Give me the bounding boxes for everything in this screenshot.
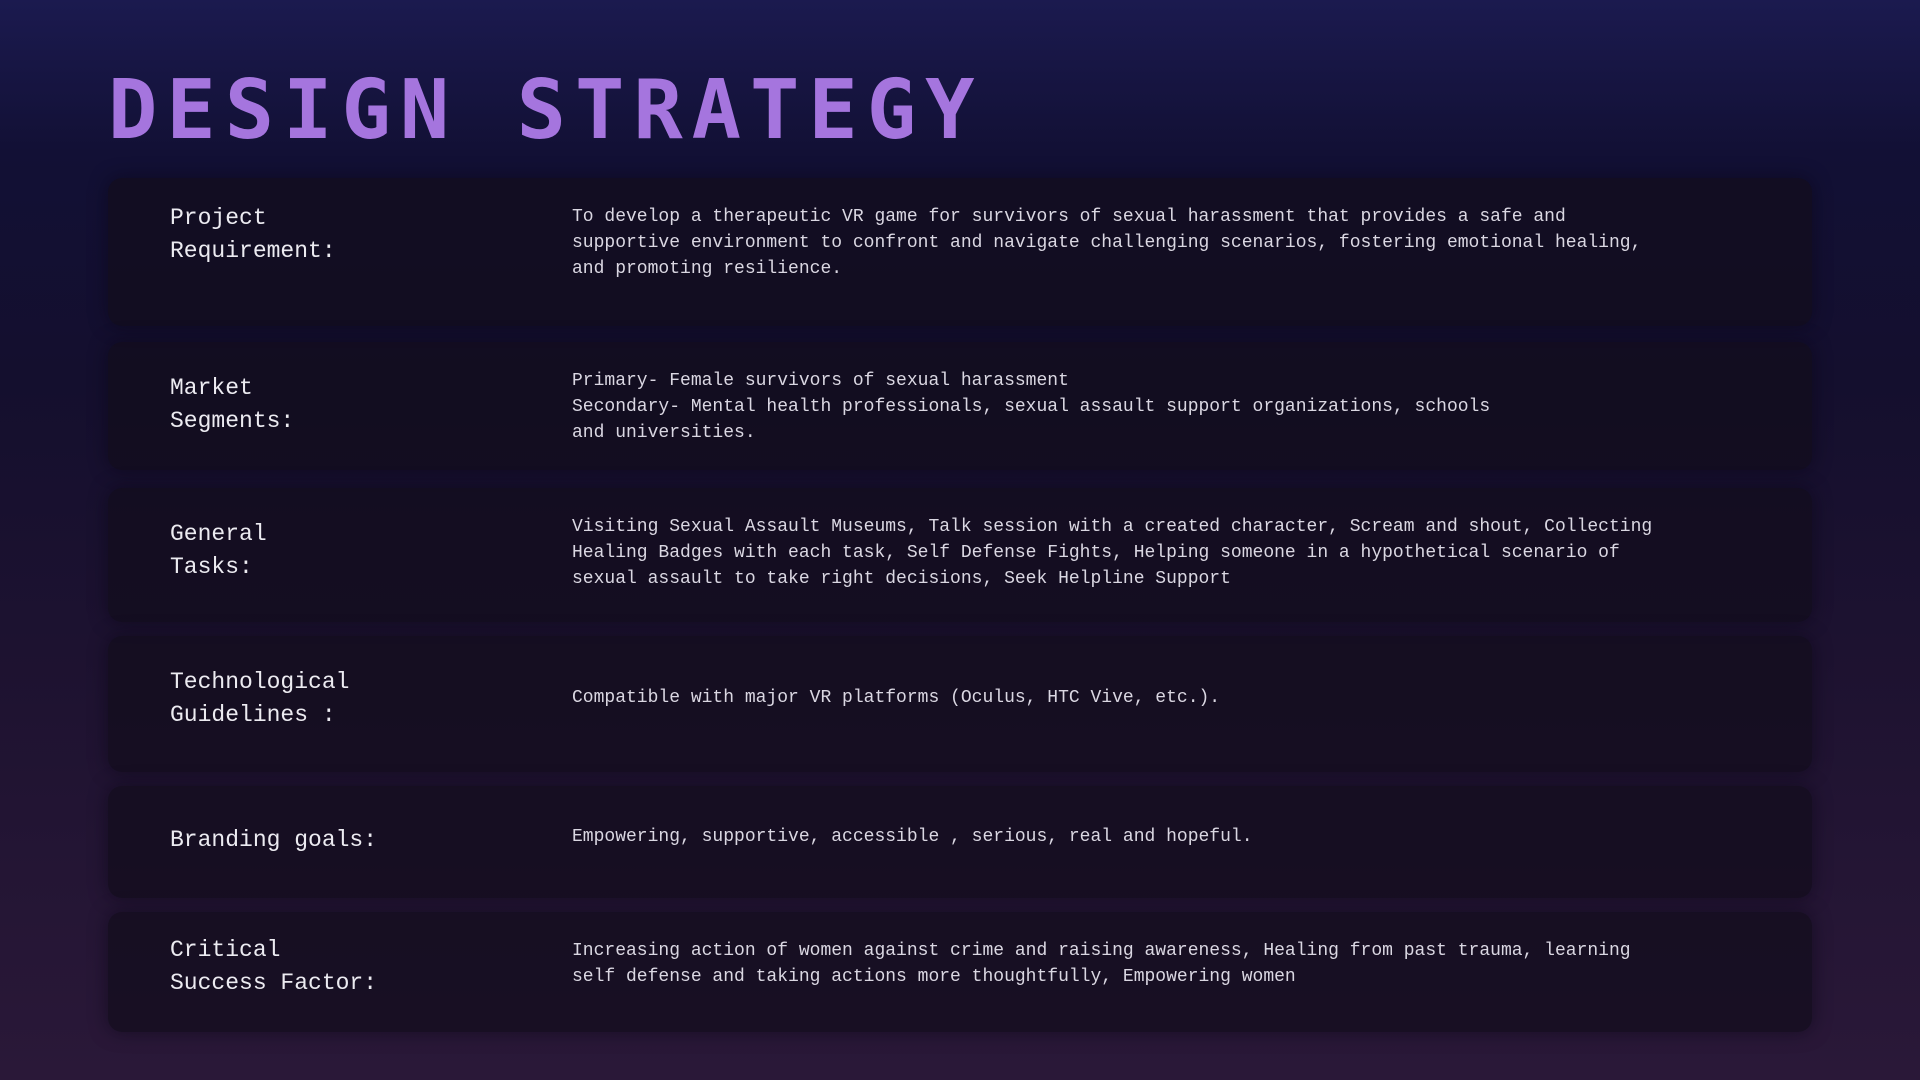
row-text: Primary- Female survivors of sexual hara… — [572, 371, 1491, 443]
row-general-tasks: General Tasks: Visiting Sexual Assault M… — [108, 488, 1812, 622]
row-text: Compatible with major VR platforms (Ocul… — [572, 688, 1221, 708]
row-text: Increasing action of women against crime… — [572, 941, 1631, 987]
row-label: Critical Success Factor: — [170, 937, 378, 996]
row-critical-success-factor: Critical Success Factor: Increasing acti… — [108, 912, 1812, 1032]
row-label: Technological Guidelines : — [170, 669, 350, 728]
row-label: Branding goals: — [170, 827, 378, 853]
row-text: To develop a therapeutic VR game for sur… — [572, 207, 1642, 279]
slide: DESIGN STRATEGY Project Requirement: To … — [0, 0, 1920, 1080]
row-label: General Tasks: — [170, 521, 267, 580]
strategy-table: Project Requirement: To develop a therap… — [108, 0, 1812, 1080]
row-market-segments: Market Segments: Primary- Female survivo… — [108, 342, 1812, 470]
row-project-requirement: Project Requirement: To develop a therap… — [108, 178, 1812, 326]
row-text: Visiting Sexual Assault Museums, Talk se… — [572, 517, 1653, 589]
row-label: Market Segments: — [170, 375, 295, 434]
row-technological-guidelines: Technological Guidelines : Compatible wi… — [108, 636, 1812, 772]
row-label: Project Requirement: — [170, 205, 336, 264]
row-text: Empowering, supportive, accessible , ser… — [572, 827, 1253, 847]
row-branding-goals: Branding goals: Empowering, supportive, … — [108, 786, 1812, 898]
